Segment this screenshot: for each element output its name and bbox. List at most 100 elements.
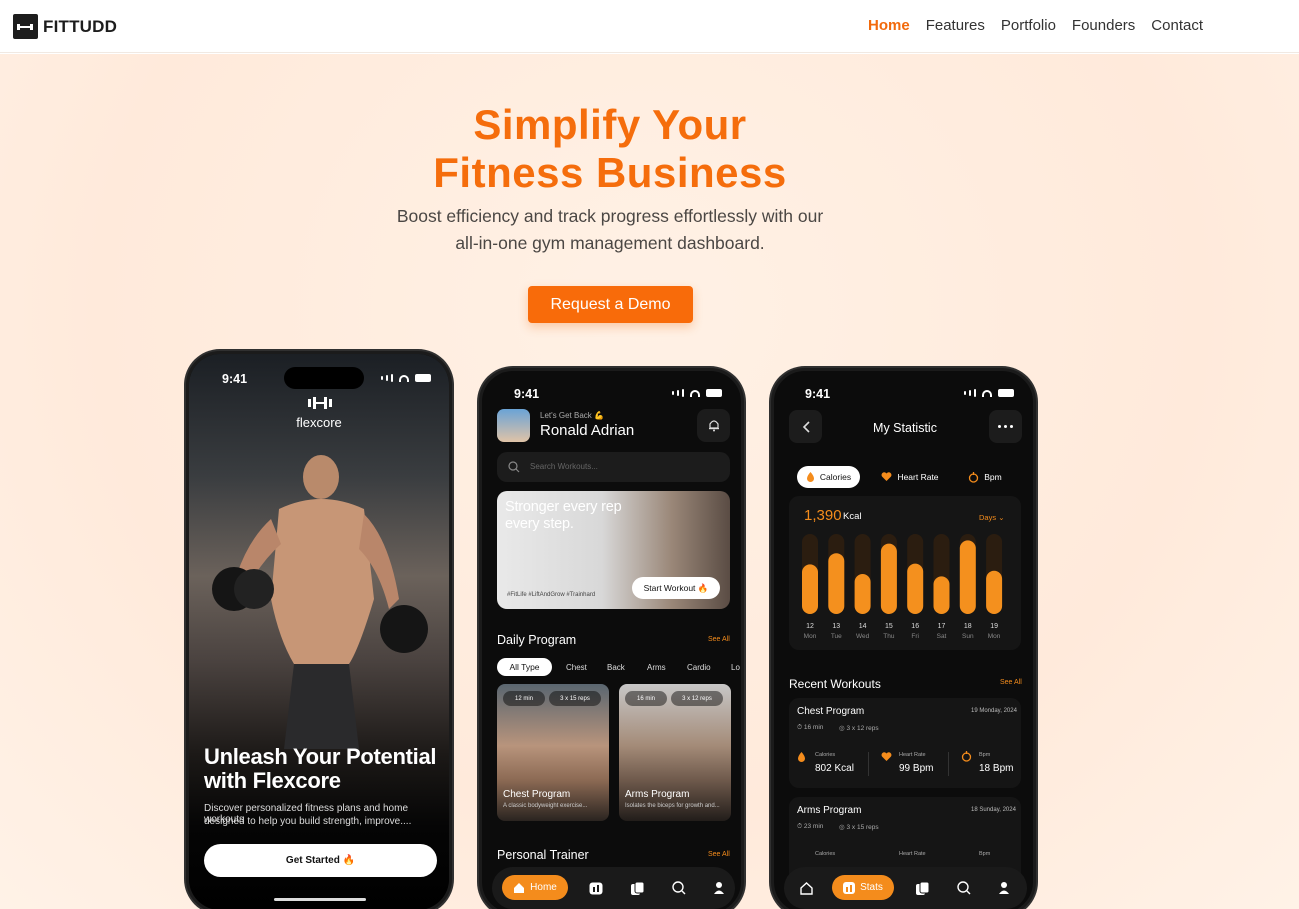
- chevron-down-icon: ⌄: [998, 513, 1005, 522]
- reps-text: 3 x 12 reps: [846, 725, 879, 732]
- calories-chart-card: 1,390 Kcal Days ⌄ 12 Mon 13 Tue 14 Wed 15 Thu 16…: [789, 496, 1021, 650]
- tab-calories[interactable]: Calories: [797, 466, 860, 488]
- chart-day-label: 19: [990, 623, 998, 630]
- library-icon[interactable]: [915, 881, 931, 895]
- start-workout-button[interactable]: Start Workout 🔥: [632, 577, 720, 599]
- duration-text: 16 min: [803, 724, 824, 731]
- brand-name: FITTUDD: [43, 16, 118, 36]
- chart-weekday-label: Thu: [883, 633, 895, 640]
- chart-bar[interactable]: [828, 553, 845, 614]
- chart-bar[interactable]: [986, 570, 1003, 614]
- hero-title-line1: Simplify Your: [473, 101, 747, 148]
- card-duration: 16 min: [625, 691, 667, 706]
- program-card-arms[interactable]: 16 min 3 x 12 reps Arms Program Isolates…: [619, 684, 731, 821]
- filter-arms[interactable]: Arms: [647, 663, 666, 672]
- chart-bar[interactable]: [907, 563, 924, 614]
- chart-weekday-label: Tue: [831, 633, 842, 640]
- workout-date: 18 Sunday, 2024: [971, 807, 1016, 813]
- card-reps: 3 x 12 reps: [671, 691, 723, 706]
- chart-bar[interactable]: [802, 564, 818, 614]
- workout-duration: ⏱ 16 min: [797, 724, 823, 732]
- chart-weekday-label: Sat: [937, 633, 947, 640]
- home-icon[interactable]: [798, 881, 814, 895]
- nav-home[interactable]: Home: [868, 17, 910, 34]
- search-input[interactable]: Search Workouts...: [497, 452, 730, 482]
- nav-features[interactable]: Features: [926, 17, 985, 34]
- status-time: 9:41: [514, 387, 540, 401]
- chart-bar[interactable]: [959, 540, 976, 614]
- range-selector[interactable]: Days ⌄: [979, 513, 1004, 522]
- flame-icon: [806, 472, 814, 482]
- library-icon[interactable]: [630, 881, 646, 895]
- nav-contact[interactable]: Contact: [1151, 17, 1203, 34]
- hero-subtitle-line1: Boost efficiency and track progress effo…: [396, 206, 824, 226]
- program-card-chest[interactable]: 12 min 3 x 15 reps Chest Program A class…: [497, 684, 609, 821]
- stat-heart-rate-label: Heart Rate: [899, 752, 926, 758]
- profile-icon[interactable]: [996, 881, 1012, 895]
- more-options-icon[interactable]: [989, 410, 1022, 443]
- dumbbell-icon: [13, 14, 38, 39]
- duration-text: 23 min: [803, 823, 824, 830]
- bottom-tab-bar: Home: [492, 867, 735, 909]
- search-tab-icon[interactable]: [671, 881, 687, 895]
- athlete-image: [212, 455, 428, 749]
- app-name: flexcore: [296, 415, 342, 430]
- pulse-icon: [969, 471, 979, 483]
- personal-trainer-see-all[interactable]: See All: [708, 851, 730, 858]
- workout-name: Chest Program: [797, 706, 865, 717]
- notification-bell-icon[interactable]: [697, 409, 730, 442]
- timer-icon: ⏱: [797, 823, 803, 830]
- stat-calories-label: Calories: [815, 851, 836, 857]
- phone-mockup-home: 9:41 Let's Get Back 💪 Ronald Adrian Sear…: [479, 368, 744, 909]
- get-started-button[interactable]: Get Started 🔥: [204, 844, 437, 877]
- chart-day-label: 18: [964, 623, 972, 630]
- chart-bar[interactable]: [933, 576, 950, 614]
- profile-icon[interactable]: [711, 881, 727, 895]
- chart-day-label: 16: [911, 623, 919, 630]
- tab-home-label: Home: [530, 882, 557, 893]
- recent-workouts-see-all[interactable]: See All: [1000, 679, 1022, 686]
- banner-title-line1: Stronger every rep: [505, 499, 622, 515]
- tab-stats[interactable]: Stats: [832, 875, 894, 900]
- stat-heart-rate-label: Heart Rate: [899, 851, 926, 857]
- tab-bpm-label: Bpm: [984, 472, 1002, 482]
- kcal-value: 1,390: [804, 507, 842, 524]
- filter-back[interactable]: Back: [607, 663, 625, 672]
- reps-icon: ◎: [839, 824, 845, 831]
- chart-bar[interactable]: [880, 543, 897, 614]
- tab-bpm[interactable]: Bpm: [960, 466, 1010, 488]
- status-time: 9:41: [222, 372, 248, 386]
- filter-chest[interactable]: Chest: [566, 663, 587, 672]
- tab-home[interactable]: Home: [502, 875, 568, 900]
- search-tab-icon[interactable]: [956, 881, 972, 895]
- timer-icon: ⏱: [797, 724, 803, 731]
- search-placeholder: Search Workouts...: [530, 462, 598, 471]
- hero-title-line2: Fitness Business: [433, 149, 787, 196]
- reps-icon: ◎: [839, 725, 845, 732]
- filter-lower[interactable]: Lo: [731, 663, 740, 672]
- card-title: Arms Program: [625, 789, 690, 800]
- user-avatar[interactable]: [497, 409, 530, 442]
- nav-portfolio[interactable]: Portfolio: [1001, 17, 1056, 34]
- card-reps: 3 x 15 reps: [549, 691, 601, 706]
- tab-heart-rate[interactable]: Heart Rate: [876, 466, 944, 488]
- chart-bar[interactable]: [854, 574, 871, 614]
- stat-bpm-label: Bpm: [979, 851, 991, 857]
- workout-banner[interactable]: Stronger every rep every step. #FitLife …: [497, 491, 730, 609]
- brand-logo[interactable]: FITTUDD: [13, 14, 117, 39]
- range-label: Days: [979, 513, 997, 522]
- bottom-tab-bar: Stats: [784, 867, 1027, 909]
- personal-trainer-title: Personal Trainer: [497, 848, 589, 862]
- card-duration: 12 min: [503, 691, 545, 706]
- stats-icon: [843, 881, 856, 894]
- filter-all-type[interactable]: All Type: [497, 658, 552, 676]
- workout-card[interactable]: Chest Program 19 Monday, 2024 ⏱ 16 min ◎…: [789, 698, 1021, 788]
- nav-founders[interactable]: Founders: [1072, 17, 1135, 34]
- workout-reps: ◎ 3 x 15 reps: [839, 823, 879, 831]
- stat-bpm-label: Bpm: [979, 752, 991, 758]
- stats-icon[interactable]: [588, 881, 604, 895]
- workout-date: 19 Monday, 2024: [971, 708, 1017, 714]
- request-demo-button[interactable]: Request a Demo: [528, 286, 693, 323]
- daily-program-see-all[interactable]: See All: [708, 636, 730, 643]
- filter-cardio[interactable]: Cardio: [687, 663, 711, 672]
